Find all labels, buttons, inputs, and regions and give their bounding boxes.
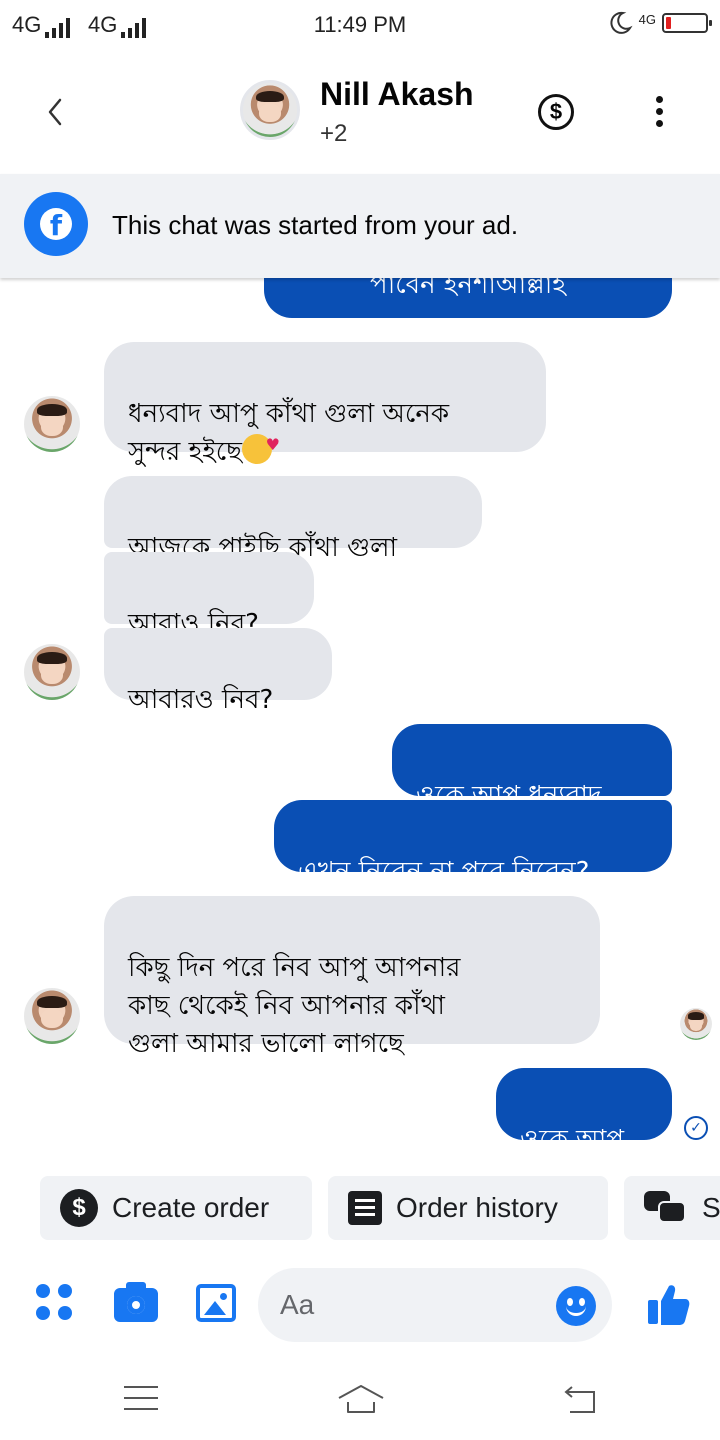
- sent-check-icon: ✓: [684, 1116, 708, 1140]
- status-right: 4G: [607, 10, 712, 36]
- quick-replies: $ Create order Order history Sa: [0, 1172, 720, 1244]
- emoji-icon[interactable]: [556, 1286, 596, 1326]
- message-text: ধন্যবাদ আপু কাঁথা গুলা অনেক সুন্দর হইছে: [128, 399, 450, 467]
- back-icon[interactable]: [562, 1384, 598, 1416]
- battery-icon: [662, 13, 712, 33]
- message-bubble-outgoing[interactable]: ওকে আপু: [496, 1068, 672, 1154]
- dollar-icon: $: [60, 1189, 98, 1227]
- sender-avatar[interactable]: [24, 988, 80, 1044]
- back-icon[interactable]: [36, 92, 76, 132]
- create-order-button[interactable]: $ Create order: [40, 1176, 312, 1240]
- chat-header: Nill Akash +2 $: [0, 50, 720, 174]
- message-text: কিছু দিন পরে নিব আপু আপনার কাছ থেকেই নিব…: [128, 953, 461, 1059]
- list-icon: [348, 1191, 382, 1225]
- contact-participants-count[interactable]: +2: [320, 120, 347, 148]
- status-bar: 4G 4G 11:49 PM 4G: [0, 0, 720, 50]
- like-icon[interactable]: [644, 1280, 692, 1328]
- create-order-label: Create order: [112, 1192, 270, 1223]
- dollar-icon[interactable]: $: [538, 94, 574, 130]
- order-history-button[interactable]: Order history: [328, 1176, 608, 1240]
- ad-banner: f This chat was started from your ad.: [0, 174, 720, 278]
- apps-icon[interactable]: [36, 1284, 76, 1324]
- message-bubble-incoming[interactable]: আজকে পাইছি কাঁথা গুলা: [104, 476, 482, 563]
- contact-name[interactable]: Nill Akash: [320, 76, 474, 113]
- message-text: ওকে আপু: [520, 1125, 625, 1154]
- home-icon[interactable]: [336, 1382, 386, 1416]
- message-bubble-outgoing[interactable]: পাবেন ইনশাআল্লাহ: [264, 278, 672, 318]
- ad-banner-text: This chat was started from your ad.: [112, 210, 519, 240]
- saved-replies-button[interactable]: Sa: [624, 1176, 720, 1240]
- more-icon[interactable]: [652, 96, 666, 132]
- message-bubble-incoming[interactable]: আবারও নিব?: [104, 628, 332, 715]
- sender-avatar[interactable]: [24, 644, 80, 700]
- saved-replies-label: Sa: [702, 1192, 720, 1223]
- message-text: এখন নিবেন না পরে নিবেন?: [298, 857, 590, 887]
- sender-avatar[interactable]: [24, 396, 80, 452]
- chat-bubbles-icon: [644, 1191, 688, 1225]
- system-nav-bar: [0, 1360, 720, 1440]
- message-bubble-incoming[interactable]: ধন্যবাদ আপু কাঁথা গুলা অনেক সুন্দর হইছে: [104, 342, 546, 467]
- message-list[interactable]: পাবেন ইনশাআল্লাহ ধন্যবাদ আপু কাঁথা গুলা …: [0, 278, 720, 1154]
- message-bubble-outgoing[interactable]: ওকে আপু ধন্যবাদ: [392, 724, 672, 811]
- facebook-icon: f: [24, 192, 88, 256]
- composer: [0, 1262, 720, 1348]
- contact-avatar[interactable]: [240, 80, 300, 140]
- order-history-label: Order history: [396, 1192, 558, 1223]
- image-icon[interactable]: [196, 1284, 236, 1322]
- battery-network-label: 4G: [638, 11, 656, 27]
- message-text: আবারও নিব?: [128, 685, 274, 715]
- message-bubble-incoming[interactable]: কিছু দিন পরে নিব আপু আপনার কাছ থেকেই নিব…: [104, 896, 600, 1059]
- smiling-face-with-hearts-icon: [242, 426, 280, 464]
- message-bubble-incoming[interactable]: আবাও নিব?: [104, 552, 314, 639]
- message-bubble-outgoing[interactable]: এখন নিবেন না পরে নিবেন?: [274, 800, 672, 887]
- moon-icon: [610, 11, 633, 34]
- message-text: পাবেন ইনশাআল্লাহ: [370, 278, 566, 300]
- menu-icon[interactable]: [124, 1386, 158, 1412]
- camera-icon[interactable]: [114, 1282, 158, 1322]
- seen-avatar: [680, 1008, 712, 1040]
